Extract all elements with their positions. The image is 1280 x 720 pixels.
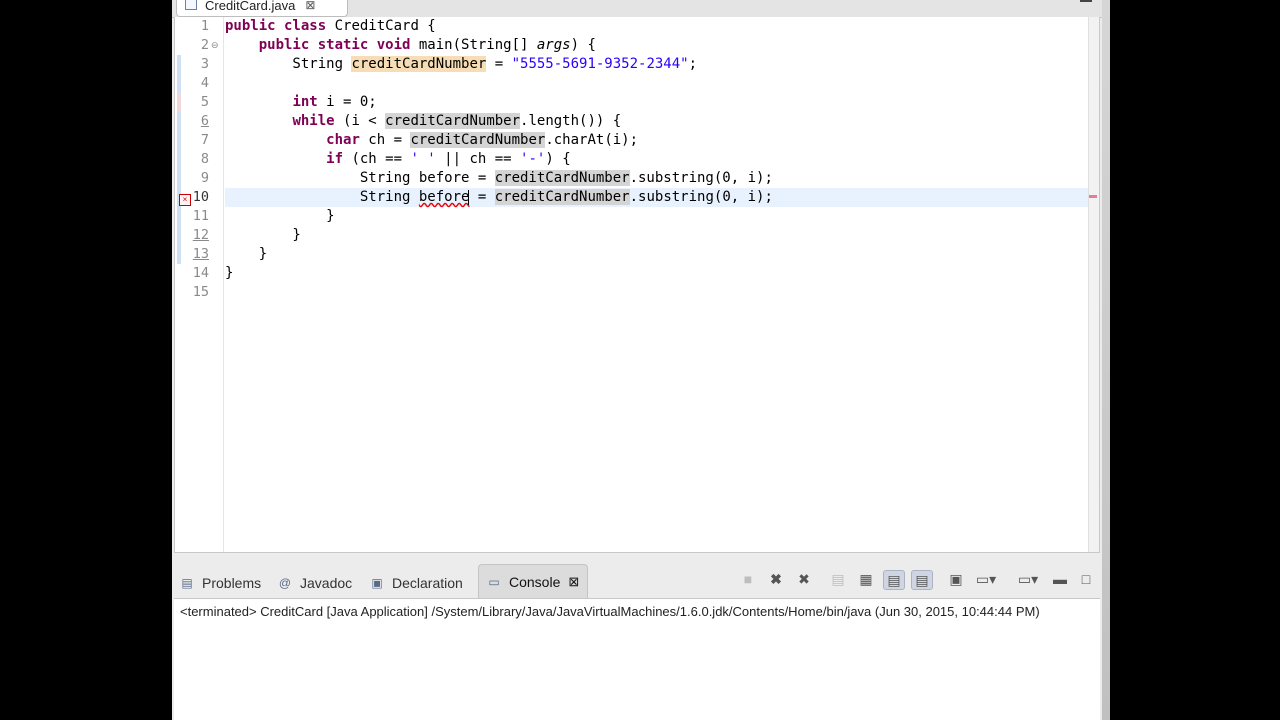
text-caret	[468, 189, 470, 205]
tab-console[interactable]: ▭ Console ⊠	[478, 564, 589, 599]
code-line: String creditCardNumber = "5555-5691-935…	[225, 56, 698, 72]
code-editor[interactable]: 1 2 ⊖ 3 4 5 6 7 8 9 10 × 11 12 13 14 15 …	[174, 17, 1100, 553]
error-marker-icon[interactable]: ×	[179, 194, 191, 206]
view-tab-bar: ▤ Problems @ Javadoc ▣ Declaration ▭ Con…	[172, 560, 1102, 600]
code-line: int i = 0;	[292, 94, 377, 110]
overview-ruler[interactable]	[1088, 17, 1099, 552]
line-number: 2	[200, 37, 209, 53]
remove-launch-icon[interactable]: ✖	[766, 570, 786, 588]
show-on-stdout-icon[interactable]: ▤	[883, 570, 905, 590]
console-output[interactable]: <terminated> CreditCard [Java Applicatio…	[174, 598, 1100, 720]
scroll-lock-icon[interactable]: ▦	[856, 570, 876, 588]
clear-console-icon[interactable]: ▤	[828, 570, 848, 588]
editor-tab-label: CreditCard.java	[205, 0, 296, 13]
open-console-icon[interactable]: ▭▾	[1018, 570, 1038, 588]
line-number: 3	[200, 56, 209, 72]
code-line: while (i < creditCardNumber.length()) {	[292, 113, 622, 129]
minimize-icon[interactable]: ▬	[1050, 570, 1070, 588]
line-number: 9	[200, 170, 209, 186]
line-number-gutter: 1 2 ⊖ 3 4 5 6 7 8 9 10 × 11 12 13 14 15	[175, 17, 224, 552]
code-line: char ch = creditCardNumber.charAt(i);	[326, 132, 639, 148]
error-overview-marker[interactable]	[1089, 195, 1097, 198]
line-number: 7	[200, 132, 209, 148]
code-line: }	[225, 208, 335, 224]
code-line: }	[225, 265, 234, 281]
tab-label: Declaration	[392, 575, 463, 591]
java-file-icon	[185, 0, 197, 10]
remove-all-launches-icon[interactable]: ✖	[794, 570, 814, 588]
code-line: if (ch == ' ' || ch == '-') {	[326, 151, 571, 167]
display-console-icon[interactable]: ▭▾	[976, 570, 996, 588]
code-line: public static void main(String[] args) {	[258, 37, 596, 53]
window-edge	[1102, 0, 1110, 720]
close-icon[interactable]: ⊠	[568, 574, 579, 590]
tab-label: Console	[509, 574, 561, 590]
console-icon: ▭	[488, 575, 500, 589]
line-number: 14	[192, 265, 209, 281]
code-line: public class CreditCard {	[225, 18, 436, 34]
problems-icon: ▤	[181, 576, 193, 590]
line-number: 12	[192, 227, 209, 243]
line-number: 4	[200, 75, 209, 91]
code-line: }	[225, 227, 301, 243]
tab-label: Problems	[202, 575, 262, 591]
code-line: String before = creditCardNumber.substri…	[225, 189, 773, 205]
line-number: 8	[200, 151, 209, 167]
minimize-icon[interactable]	[1080, 0, 1092, 2]
terminate-icon[interactable]: ■	[738, 570, 758, 588]
tab-declaration[interactable]: ▣ Declaration	[370, 568, 463, 598]
tab-problems[interactable]: ▤ Problems	[180, 568, 261, 598]
pin-console-icon[interactable]: ▣	[946, 570, 966, 588]
console-status-line: <terminated> CreditCard [Java Applicatio…	[180, 604, 1040, 619]
tab-label: Javadoc	[300, 575, 353, 591]
maximize-icon[interactable]: □	[1076, 570, 1096, 588]
line-number: 1	[200, 18, 209, 34]
code-line: }	[225, 246, 268, 262]
line-number: 6	[200, 113, 209, 129]
declaration-icon: ▣	[371, 576, 383, 590]
line-number: 15	[192, 284, 209, 300]
tab-javadoc[interactable]: @ Javadoc	[278, 568, 352, 598]
console-view: ▤ Problems @ Javadoc ▣ Declaration ▭ Con…	[172, 560, 1102, 720]
at-icon: @	[278, 576, 292, 590]
editor-tab-bar: CreditCard.java ⊠	[172, 0, 1102, 18]
close-icon[interactable]: ⊠	[305, 0, 315, 12]
show-on-stderr-icon[interactable]: ▤	[911, 570, 933, 590]
code-line: String before = creditCardNumber.substri…	[225, 170, 773, 186]
eclipse-window: CreditCard.java ⊠ 1 2 ⊖ 3 4 5 6 7 8 9 10…	[172, 0, 1102, 720]
line-number: 5	[200, 94, 209, 110]
line-number: 13	[192, 246, 209, 262]
code-area[interactable]: public class CreditCard { public static …	[225, 17, 1095, 552]
editor-tab-creditcard[interactable]: CreditCard.java ⊠	[176, 0, 348, 17]
line-number: 11	[192, 208, 209, 224]
fold-collapse-icon[interactable]: ⊖	[211, 36, 219, 55]
